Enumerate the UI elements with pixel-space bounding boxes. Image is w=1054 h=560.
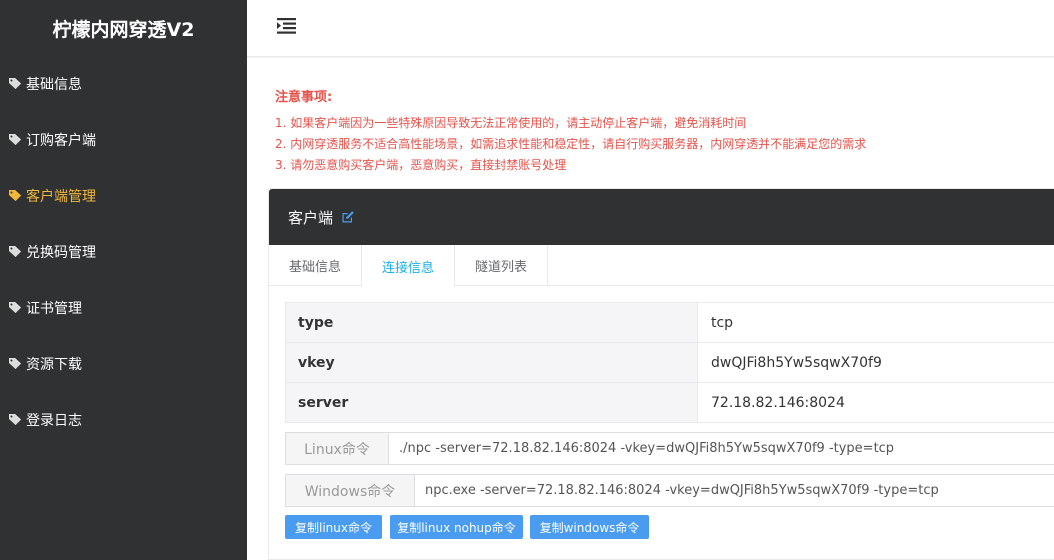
info-value: 72.18.82.146:8024 (697, 382, 1054, 423)
panel-tabs: 基础信息 连接信息 隧道列表 (269, 245, 1054, 287)
sidebar-item-label: 证书管理 (26, 301, 82, 317)
table-row: server 72.18.82.146:8024 (285, 382, 1054, 423)
connection-info-table: type tcp vkey dwQJFi8h5Yw5sqwX70f9 serve… (285, 302, 1054, 423)
sidebar-item-login-log[interactable]: 登录日志 (0, 392, 247, 448)
sidebar-item-downloads[interactable]: 资源下载 (0, 336, 247, 392)
linux-command-label: Linux命令 (285, 432, 389, 465)
top-bar (247, 0, 1054, 57)
sidebar-item-client-management[interactable]: 客户端管理 (0, 168, 247, 224)
sidebar: 柠檬内网穿透V2 基础信息 订购客户端 客户端管理 兑换码管理 证书管理 资源下… (0, 0, 247, 560)
app-title: 柠檬内网穿透V2 (52, 18, 195, 41)
sidebar-item-certificates[interactable]: 证书管理 (0, 280, 247, 336)
copy-linux-command-button[interactable]: 复制linux命令 (285, 515, 382, 539)
edit-icon[interactable] (341, 210, 355, 224)
tab-connection-info[interactable]: 连接信息 (361, 245, 456, 287)
panel-title: 客户端 (288, 208, 334, 227)
sidebar-item-label: 客户端管理 (26, 189, 96, 205)
sidebar-nav: 基础信息 订购客户端 客户端管理 兑换码管理 证书管理 资源下载 登录日志 (0, 56, 247, 448)
client-panel: 客户端 基础信息 连接信息 隧道列表 type tcp vkey dwQJFi8… (268, 188, 1054, 560)
sidebar-item-basic-info[interactable]: 基础信息 (0, 56, 247, 112)
sidebar-item-label: 登录日志 (26, 413, 82, 429)
notice-box: 注意事项: 1. 如果客户端因为一些特殊原因导致无法正常使用的，请主动停止客户端… (275, 86, 866, 176)
tag-icon (8, 301, 24, 315)
tag-icon (8, 77, 24, 91)
sidebar-item-label: 兑换码管理 (26, 245, 96, 261)
notice-line: 3. 请勿恶意购买客户端，恶意购买，直接封禁账号处理 (275, 158, 567, 172)
sidebar-item-order-client[interactable]: 订购客户端 (0, 112, 247, 168)
tab-basic-info[interactable]: 基础信息 (269, 245, 361, 286)
tag-icon (8, 133, 24, 147)
notice-line: 2. 内网穿透服务不适合高性能场景，如需追求性能和稳定性，请自行购买服务器，内网… (275, 137, 867, 151)
info-key: vkey (285, 342, 698, 383)
sidebar-item-label: 订购客户端 (26, 133, 96, 149)
notice-title: 注意事项: (275, 90, 333, 105)
info-value: dwQJFi8h5Yw5sqwX70f9 (697, 342, 1054, 383)
info-key: server (285, 382, 698, 423)
info-value: tcp (697, 302, 1054, 343)
copy-linux-nohup-command-button[interactable]: 复制linux nohup命令 (390, 515, 523, 539)
linux-command-row: Linux命令 ./npc -server=72.18.82.146:8024 … (285, 432, 1054, 465)
windows-command-row: Windows命令 npc.exe -server=72.18.82.146:8… (285, 474, 1054, 507)
sidebar-item-label: 资源下载 (26, 357, 82, 373)
linux-command-field[interactable]: ./npc -server=72.18.82.146:8024 -vkey=dw… (389, 432, 1054, 465)
tab-tunnel-list[interactable]: 隧道列表 (455, 245, 549, 286)
windows-command-field[interactable]: npc.exe -server=72.18.82.146:8024 -vkey=… (415, 474, 1054, 507)
main-content: 注意事项: 1. 如果客户端因为一些特殊原因导致无法正常使用的，请主动停止客户端… (247, 58, 1054, 560)
tag-icon (8, 189, 24, 203)
tag-icon (8, 413, 24, 427)
table-row: type tcp (285, 302, 1054, 343)
windows-command-label: Windows命令 (285, 474, 415, 507)
notice-line: 1. 如果客户端因为一些特殊原因导致无法正常使用的，请主动停止客户端，避免消耗时… (275, 116, 747, 130)
info-key: type (285, 302, 698, 343)
tag-icon (8, 357, 24, 371)
copy-windows-command-button[interactable]: 复制windows命令 (530, 515, 649, 539)
tag-icon (8, 245, 24, 259)
table-row: vkey dwQJFi8h5Yw5sqwX70f9 (285, 342, 1054, 383)
sidebar-item-label: 基础信息 (26, 77, 82, 93)
sidebar-item-redeem-code[interactable]: 兑换码管理 (0, 224, 247, 280)
menu-toggle-icon[interactable] (277, 17, 297, 35)
panel-header: 客户端 (269, 189, 1054, 245)
